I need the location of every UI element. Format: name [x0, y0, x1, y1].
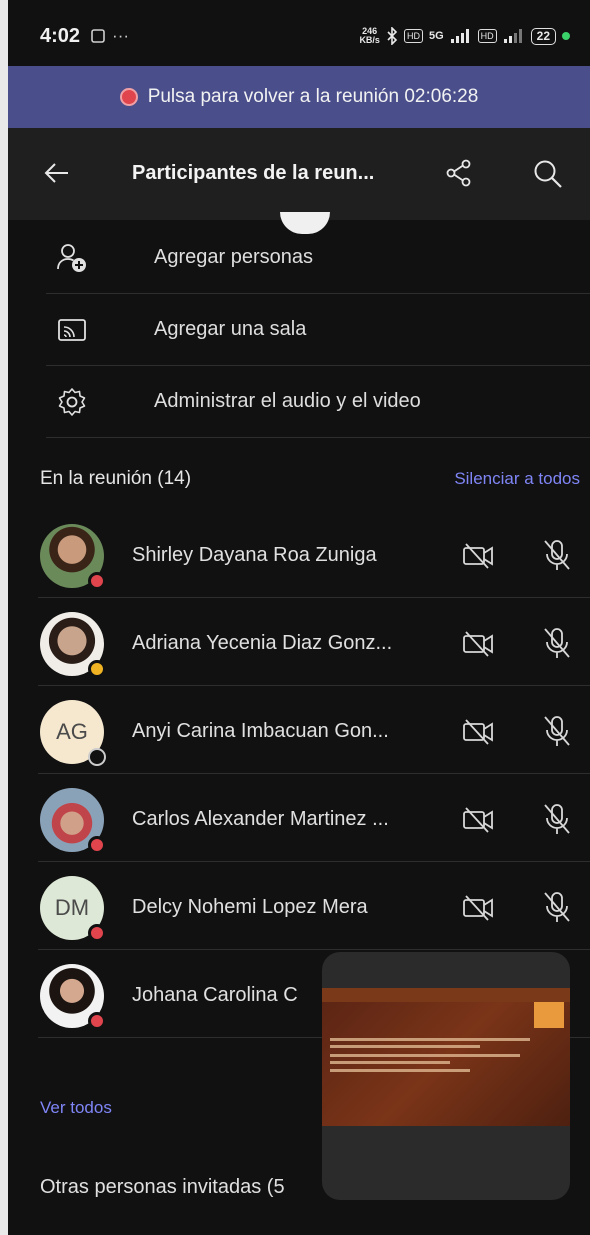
see-all-link[interactable]: Ver todos: [40, 1098, 112, 1118]
hd-icon-2: HD: [477, 29, 497, 43]
presence-busy-icon: [88, 1012, 106, 1030]
gear-icon: [58, 387, 86, 416]
return-to-meeting-banner[interactable]: Pulsa para volver a la reunión 02:06:28: [8, 66, 590, 128]
privacy-dot: [562, 32, 570, 40]
mic-off-icon: [544, 628, 570, 658]
add-room-label: Agregar una sala: [154, 318, 307, 340]
mic-off-icon: [544, 540, 570, 570]
banner-text: Pulsa para volver a la reunión 02:06:28: [147, 86, 479, 107]
slide-text-line: [330, 1045, 480, 1048]
manage-audio-video-row[interactable]: Administrar el audio y el video: [46, 366, 590, 438]
presence-busy-icon: [88, 836, 106, 854]
hd-icon: HD: [403, 29, 423, 43]
page-title: Participantes de la reun...: [132, 162, 375, 184]
avatar-initials: DM: [54, 895, 90, 920]
camera-off-icon: [463, 807, 493, 833]
participant-name: Delcy Nohemi Lopez Mera: [132, 896, 368, 918]
cast-room-icon: [58, 318, 86, 341]
slide-logo-block: [534, 1002, 564, 1028]
mic-off-icon: [544, 804, 570, 834]
in-meeting-section-header: En la reunión (14) Silenciar a todos: [40, 468, 580, 490]
status-time: 4:02: [40, 24, 81, 47]
manage-audio-video-label: Administrar el audio y el video: [154, 390, 421, 412]
camera-off-icon: [463, 631, 493, 657]
slide-text-line: [330, 1054, 520, 1057]
net-speed: 246 KB/s: [359, 26, 380, 45]
app-frame: 4:02 ··· 246 KB/s HD 5G HD 22 Pulsa para …: [8, 0, 590, 1235]
mute-all-link[interactable]: Silenciar a todos: [454, 469, 580, 489]
participant-name: Carlos Alexander Martinez ...: [132, 808, 389, 830]
notification-icon: [91, 29, 105, 43]
other-invitees-title: Otras personas invitadas (5: [40, 1176, 285, 1198]
bluetooth-icon: [387, 27, 398, 45]
status-more: ···: [112, 26, 130, 45]
search-icon[interactable]: [532, 158, 564, 190]
net-5g: 5G: [428, 30, 444, 42]
participant-name: Shirley Dayana Roa Zuniga: [132, 544, 377, 566]
slide-text-line: [330, 1038, 530, 1041]
camera-off-icon: [463, 719, 493, 745]
participant-name: Anyi Carina Imbacuan Gon...: [132, 720, 389, 742]
signal-icon: [450, 29, 469, 43]
back-arrow-icon[interactable]: [42, 158, 72, 188]
battery-icon: 22: [530, 27, 556, 45]
participant-row[interactable]: Adriana Yecenia Diaz Gonz...: [38, 598, 590, 686]
slide-text-line: [330, 1069, 470, 1072]
participant-row[interactable]: DM Delcy Nohemi Lopez Mera: [38, 862, 590, 950]
participant-row[interactable]: Carlos Alexander Martinez ...: [38, 774, 590, 862]
presence-busy-icon: [88, 924, 106, 942]
add-people-label: Agregar personas: [154, 246, 313, 268]
presence-offline-icon: [88, 748, 106, 766]
app-header: Participantes de la reun...: [8, 128, 590, 220]
add-person-icon: [57, 243, 86, 272]
in-meeting-title: En la reunión (14): [40, 468, 192, 489]
participant-row[interactable]: Shirley Dayana Roa Zuniga: [38, 510, 590, 598]
camera-off-icon: [463, 543, 493, 569]
slide-header-bar: [322, 988, 570, 1002]
mic-off-icon: [544, 892, 570, 922]
share-icon[interactable]: [444, 158, 474, 188]
recording-dot-icon: [119, 88, 138, 106]
add-people-row[interactable]: Agregar personas: [46, 222, 590, 294]
mic-off-icon: [544, 716, 570, 746]
status-bar: 4:02 ··· 246 KB/s HD 5G HD 22: [8, 0, 590, 66]
presence-busy-icon: [88, 572, 106, 590]
participant-row[interactable]: AG Anyi Carina Imbacuan Gon...: [38, 686, 590, 774]
add-room-row[interactable]: Agregar una sala: [46, 294, 590, 366]
presence-away-icon: [88, 660, 106, 678]
slide-text-line: [330, 1061, 450, 1064]
participant-name: Adriana Yecenia Diaz Gonz...: [132, 632, 393, 654]
signal-icon-2: [503, 29, 522, 43]
camera-off-icon: [463, 895, 493, 921]
shared-slide: [322, 988, 570, 1126]
avatar-initials: AG: [56, 719, 88, 744]
participant-name: Johana Carolina C: [132, 984, 298, 1006]
shared-screen-preview[interactable]: [322, 952, 570, 1200]
